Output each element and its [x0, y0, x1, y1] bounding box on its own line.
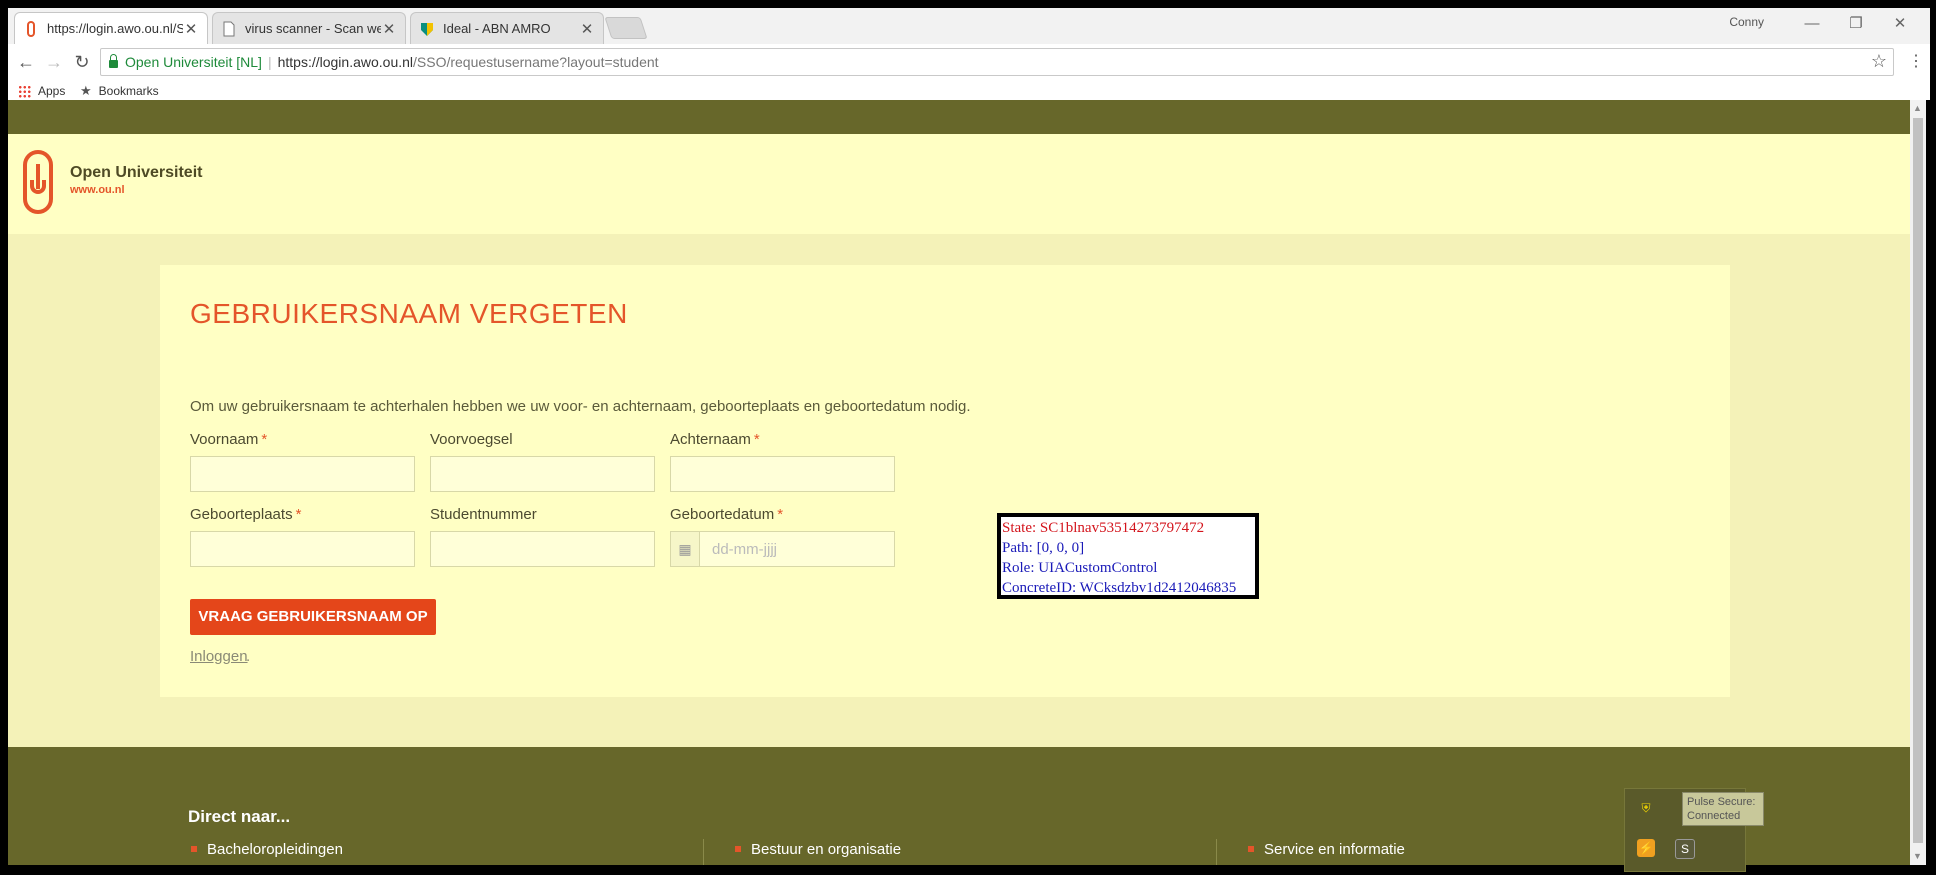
- ou-favicon-icon: [23, 20, 39, 37]
- new-tab-button[interactable]: [604, 17, 648, 39]
- abn-amro-icon: [419, 21, 435, 37]
- footer-link-bestuur[interactable]: Bestuur en organisatie: [735, 841, 901, 858]
- minimize-icon[interactable]: —: [1790, 10, 1834, 38]
- page-content: Open Universiteit www.ou.nl GEBRUIKERSNA…: [8, 100, 1910, 865]
- scroll-up-icon[interactable]: ▲: [1913, 103, 1922, 113]
- tab-title: virus scanner - Scan web: [245, 21, 381, 36]
- geboortedatum-field[interactable]: ▦: [670, 531, 895, 567]
- update-icon[interactable]: ⚡: [1637, 839, 1655, 857]
- menu-icon[interactable]: ⋮: [1904, 50, 1928, 74]
- label-text: Voornaam: [190, 431, 259, 448]
- achternaam-input[interactable]: [670, 456, 895, 492]
- profile-name[interactable]: Conny: [1729, 15, 1764, 29]
- bookmarks-folder[interactable]: ★ Bookmarks: [80, 82, 159, 100]
- tab-strip: https://login.awo.ou.nl/S ✕ virus scanne…: [8, 8, 1930, 44]
- intro-text: Om uw gebruikersnaam te achterhalen hebb…: [190, 398, 971, 415]
- overlay-concrete-id: ConcreteID: WCksdzbv1d2412046835: [1002, 580, 1237, 596]
- lock-icon: [109, 54, 118, 68]
- label-text: Geboortedatum: [670, 506, 775, 523]
- page-icon: [221, 21, 237, 37]
- forward-icon[interactable]: →: [42, 50, 66, 74]
- scrollbar-thumb[interactable]: [1913, 118, 1923, 843]
- footer-link-service[interactable]: Service en informatie: [1248, 841, 1405, 858]
- bookmarks-label: Bookmarks: [98, 84, 159, 98]
- apps-label: Apps: [38, 84, 66, 98]
- overlay-path: Path: [0, 0, 0]: [1002, 540, 1085, 556]
- back-icon[interactable]: ←: [14, 50, 38, 74]
- divider: [703, 839, 704, 865]
- tab-ou-login[interactable]: https://login.awo.ou.nl/S ✕: [14, 12, 208, 44]
- forgot-username-card: GEBRUIKERSNAAM VERGETEN Om uw gebruikers…: [160, 265, 1730, 697]
- achternaam-label: Achternaam *: [670, 431, 760, 448]
- tab-abn-amro[interactable]: Ideal - ABN AMRO ✕: [410, 12, 604, 44]
- tab-title: Ideal - ABN AMRO: [443, 21, 551, 36]
- tab-title: https://login.awo.ou.nl/S: [47, 21, 183, 36]
- required-marker: *: [777, 506, 784, 523]
- star-icon[interactable]: ☆: [1871, 51, 1887, 72]
- page-title: GEBRUIKERSNAAM VERGETEN: [190, 298, 628, 329]
- star-icon: ★: [80, 83, 92, 98]
- geboorteplaats-label: Geboorteplaats *: [190, 506, 301, 523]
- tooltip-line: Connected: [1687, 810, 1741, 822]
- login-link[interactable]: Inloggen: [190, 648, 248, 665]
- bookmarks-bar: Apps ★ Bookmarks: [8, 82, 1930, 100]
- site-header: Open Universiteit www.ou.nl: [8, 134, 1910, 234]
- security-shield-icon[interactable]: ⛨: [1637, 799, 1655, 817]
- tray-tooltip: Pulse Secure: Connected: [1682, 792, 1764, 826]
- label-text: Studentnummer: [430, 506, 537, 523]
- browser-toolbar: ← → ↻ Open Universiteit [NL] | https://l…: [8, 44, 1930, 82]
- logo-name: Open Universiteit: [70, 164, 203, 181]
- site-identity[interactable]: Open Universiteit [NL]: [125, 54, 262, 70]
- url-host: https://login.awo.ou.nl: [277, 54, 414, 70]
- footer-link-bacheloropleidingen[interactable]: Bacheloropleidingen: [191, 841, 343, 858]
- calendar-icon[interactable]: ▦: [671, 532, 700, 566]
- geboortedatum-input[interactable]: [700, 532, 894, 566]
- label-text: Achternaam: [670, 431, 751, 448]
- close-window-icon[interactable]: ✕: [1878, 10, 1922, 38]
- close-icon[interactable]: ✕: [579, 20, 595, 38]
- pulse-secure-icon[interactable]: S: [1675, 839, 1695, 859]
- page-scrollbar[interactable]: ▲ ▼: [1910, 100, 1926, 865]
- reload-icon[interactable]: ↻: [70, 50, 94, 74]
- required-marker: *: [753, 431, 760, 448]
- footer-heading: Direct naar...: [188, 807, 291, 826]
- tab-virus-scanner[interactable]: virus scanner - Scan web ✕: [212, 12, 406, 44]
- geboortedatum-label: Geboortedatum *: [670, 506, 783, 523]
- link-suffix: .: [246, 648, 251, 665]
- scroll-down-icon[interactable]: ▼: [1913, 851, 1922, 861]
- request-username-button[interactable]: VRAAG GEBRUIKERSNAAM OP: [190, 599, 436, 635]
- top-band: [8, 100, 1910, 134]
- close-icon[interactable]: ✕: [183, 20, 199, 38]
- studentnummer-label: Studentnummer: [430, 506, 537, 523]
- divider: |: [267, 54, 272, 70]
- apps-grid-icon: [18, 84, 31, 98]
- url-path: /SSO/requestusername?layout=student: [413, 54, 659, 70]
- label-text: Voorvoegsel: [430, 431, 513, 448]
- geboorteplaats-input[interactable]: [190, 531, 415, 567]
- logo-url: www.ou.nl: [70, 184, 125, 196]
- voorvoegsel-label: Voorvoegsel: [430, 431, 513, 448]
- apps-shortcut[interactable]: Apps: [18, 82, 65, 100]
- close-icon[interactable]: ✕: [381, 20, 397, 38]
- tooltip-line: Pulse Secure:: [1687, 796, 1756, 808]
- overlay-role: Role: UIACustomControl: [1002, 560, 1158, 576]
- voornaam-label: Voornaam *: [190, 431, 267, 448]
- address-bar[interactable]: Open Universiteit [NL] | https://login.a…: [100, 48, 1894, 76]
- overlay-state: State: SC1blnav53514273797472: [1002, 520, 1205, 536]
- required-marker: *: [261, 431, 268, 448]
- restore-icon[interactable]: ❐: [1834, 10, 1878, 38]
- voornaam-input[interactable]: [190, 456, 415, 492]
- accessibility-inspector-overlay: State: SC1blnav53514273797472 Path: [0, …: [997, 513, 1259, 599]
- required-marker: *: [295, 506, 302, 523]
- divider: [1216, 839, 1217, 865]
- label-text: Geboorteplaats: [190, 506, 293, 523]
- voorvoegsel-input[interactable]: [430, 456, 655, 492]
- studentnummer-input[interactable]: [430, 531, 655, 567]
